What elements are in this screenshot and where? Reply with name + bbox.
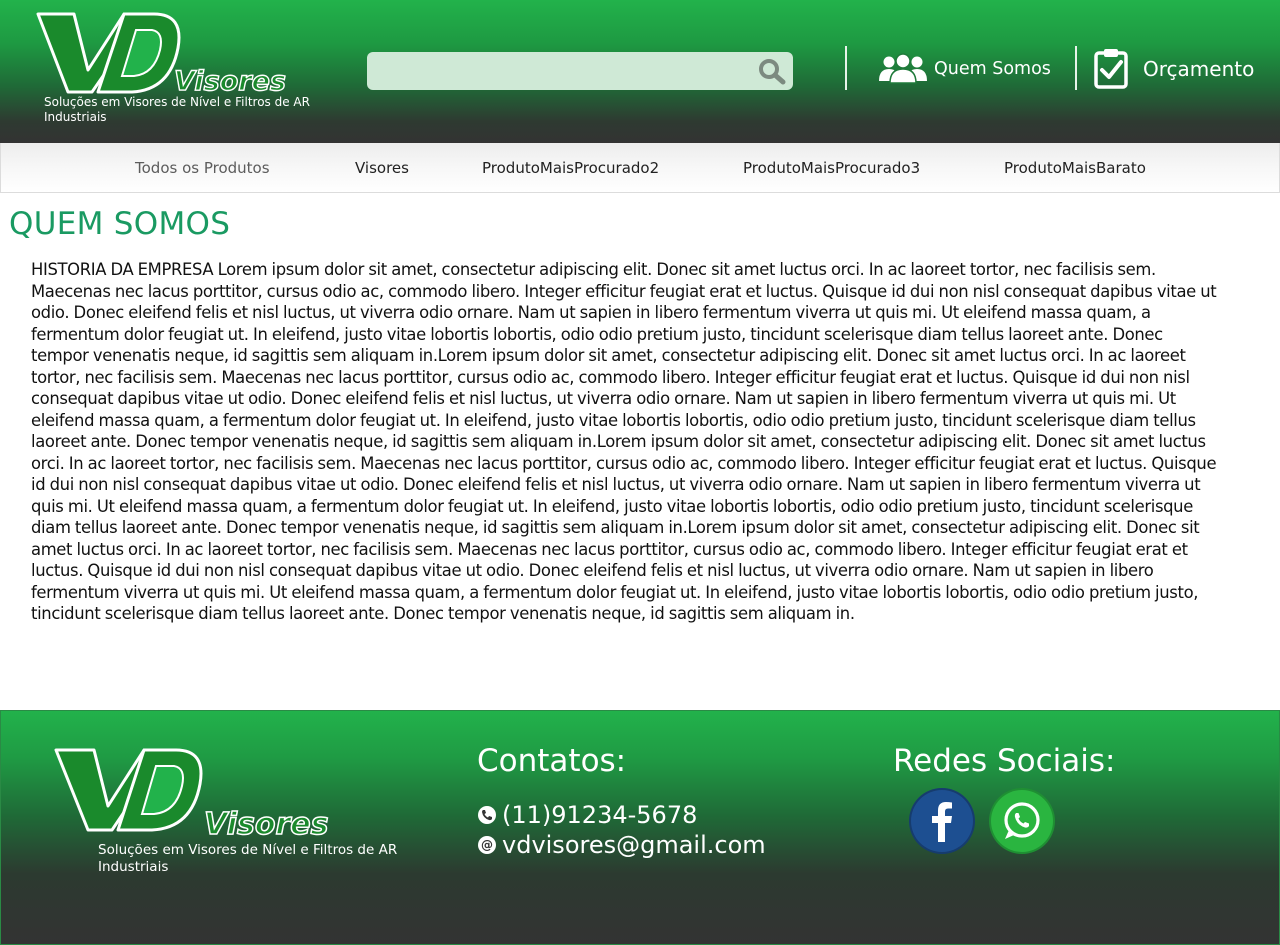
page-title: QUEM SOMOS bbox=[9, 206, 231, 242]
footer-vd-visores-logo[interactable]: Visores bbox=[54, 746, 364, 846]
clipboard-check-icon bbox=[1094, 49, 1128, 89]
footer-logo-word: Visores bbox=[204, 807, 328, 842]
whatsapp-icon bbox=[1004, 802, 1040, 839]
users-icon bbox=[879, 53, 927, 84]
category-menu: Todos os Produtos Visores ProdutoMaisPro… bbox=[0, 143, 1280, 193]
social-heading: Redes Sociais: bbox=[893, 743, 1116, 779]
menu-item-produto-mais-barato[interactable]: ProdutoMaisBarato bbox=[1004, 159, 1146, 177]
logo-word: Visores bbox=[174, 66, 286, 97]
contact-email-text: vdvisores@gmail.com bbox=[502, 831, 766, 859]
menu-item-produto-mais-procurado-2[interactable]: ProdutoMaisProcurado2 bbox=[482, 159, 659, 177]
email-at-icon: @ bbox=[478, 836, 496, 854]
header-divider bbox=[1075, 46, 1077, 90]
facebook-link[interactable] bbox=[911, 790, 973, 852]
search-input[interactable] bbox=[377, 57, 747, 85]
header-divider bbox=[845, 46, 847, 90]
contacts-heading: Contatos: bbox=[477, 743, 627, 779]
logo-tagline: Soluções em Visores de Nível e Filtros d… bbox=[44, 95, 310, 124]
site-header: Visores Soluções em Visores de Nível e F… bbox=[0, 0, 1280, 143]
search-icon[interactable] bbox=[757, 57, 787, 85]
nav-orcamento[interactable]: Orçamento bbox=[1093, 44, 1254, 94]
contact-phone-text: (11)91234-5678 bbox=[502, 801, 698, 829]
menu-item-todos-os-produtos[interactable]: Todos os Produtos bbox=[135, 159, 270, 177]
phone-icon bbox=[478, 806, 496, 824]
footer-logo-tagline: Soluções em Visores de Nível e Filtros d… bbox=[98, 842, 398, 875]
nav-orcamento-label: Orçamento bbox=[1143, 57, 1255, 81]
menu-item-produto-mais-procurado-3[interactable]: ProdutoMaisProcurado3 bbox=[743, 159, 920, 177]
contact-email[interactable]: @ vdvisores@gmail.com bbox=[478, 831, 766, 859]
nav-quem-somos[interactable]: Quem Somos bbox=[878, 44, 1051, 94]
company-history-text: HISTORIA DA EMPRESA Lorem ipsum dolor si… bbox=[31, 260, 1217, 623]
contact-phone[interactable]: (11)91234-5678 bbox=[478, 801, 697, 829]
whatsapp-link[interactable] bbox=[991, 790, 1053, 852]
nav-quem-somos-label: Quem Somos bbox=[934, 59, 1051, 79]
facebook-icon bbox=[932, 802, 952, 842]
menu-item-visores[interactable]: Visores bbox=[355, 159, 409, 177]
search-bar[interactable] bbox=[367, 52, 793, 90]
